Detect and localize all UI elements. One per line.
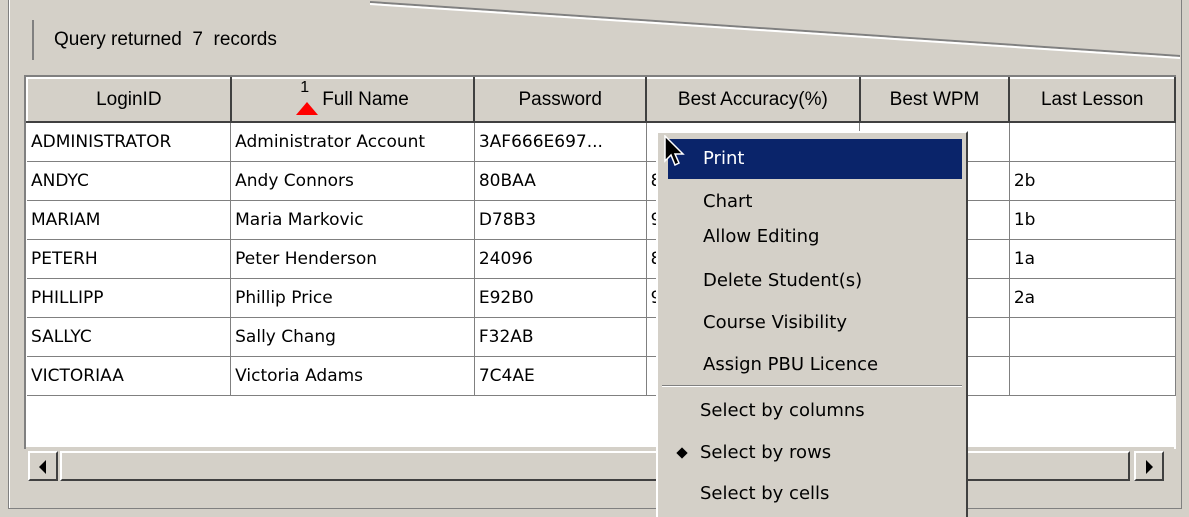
table-row[interactable]: ANDYC Andy Connors 80BAA 8 2b — [27, 161, 1176, 201]
menu-item-allow-editing[interactable]: Allow Editing — [658, 217, 966, 257]
status-suffix: records — [213, 29, 277, 50]
cell-loginid[interactable]: MARIAM — [27, 200, 232, 240]
menu-item-label: Select by rows — [700, 442, 832, 463]
column-header-best-wpm[interactable]: Best WPM — [858, 77, 1011, 123]
arrow-left-icon — [39, 460, 46, 474]
cell-loginid[interactable]: SALLYC — [27, 317, 232, 357]
scroll-right-button[interactable] — [1134, 451, 1164, 481]
record-count: 7 — [192, 29, 203, 50]
cell-password[interactable]: D78B3 — [474, 200, 647, 240]
cell-last-lesson[interactable]: 1b — [1009, 200, 1176, 240]
sort-ascending-icon — [296, 102, 319, 115]
cell-loginid[interactable]: ANDYC — [27, 161, 232, 201]
menu-item-label: Allow Editing — [703, 226, 820, 247]
cell-loginid[interactable]: ADMINISTRATOR — [27, 122, 232, 162]
cell-password[interactable]: 3AF666E697... — [474, 122, 647, 162]
menu-item-course-visibility[interactable]: Course Visibility — [658, 303, 966, 343]
cell-password[interactable]: E92B0 — [474, 278, 647, 318]
menu-item-delete-students[interactable]: Delete Student(s) — [658, 261, 966, 301]
scrollbar-thumb[interactable] — [60, 451, 1130, 481]
status-prefix: Query returned — [54, 29, 182, 50]
column-header-label: LoginID — [96, 89, 162, 110]
status-divider — [370, 1, 1180, 59]
column-header-label: Password — [518, 89, 602, 110]
column-header-label: Last Lesson — [1040, 89, 1144, 110]
menu-item-label: Assign PBU Licence — [703, 354, 879, 375]
horizontal-scrollbar[interactable] — [26, 447, 1174, 485]
menu-item-label: Delete Student(s) — [703, 270, 863, 291]
cell-full-name[interactable]: Sally Chang — [230, 317, 475, 357]
table-row[interactable]: PHILLIPP Phillip Price E92B0 9 2a — [27, 278, 1176, 318]
query-status: Query returned 7 records — [32, 20, 277, 60]
cell-full-name[interactable]: Administrator Account — [230, 122, 475, 162]
menu-item-chart[interactable]: Chart — [658, 182, 966, 222]
column-header-loginid[interactable]: LoginID — [26, 77, 232, 123]
column-header-label: Best Accuracy(%) — [677, 89, 828, 110]
results-table: LoginID 1 Full Name Password Best Accura… — [26, 77, 1176, 396]
cell-password[interactable]: 80BAA — [474, 161, 647, 201]
cell-last-lesson[interactable] — [1009, 122, 1176, 162]
cell-full-name[interactable]: Andy Connors — [230, 161, 475, 201]
column-header-label: Full Name — [322, 89, 409, 110]
table-row[interactable]: SALLYC Sally Chang F32AB — [27, 317, 1176, 357]
menu-item-label: Select by columns — [700, 400, 865, 421]
cell-last-lesson[interactable] — [1009, 317, 1176, 357]
menu-separator — [662, 385, 962, 387]
cell-password[interactable]: F32AB — [474, 317, 647, 357]
cell-loginid[interactable]: PETERH — [27, 239, 232, 279]
menu-item-label: Print — [703, 148, 745, 169]
column-header-best-accuracy[interactable]: Best Accuracy(%) — [645, 77, 861, 123]
table-row[interactable]: PETERH Peter Henderson 24096 8 1a — [27, 239, 1176, 279]
menu-item-print[interactable]: Print — [668, 139, 962, 179]
menu-item-select-by-cells[interactable]: Select by cells — [658, 474, 966, 514]
selected-radio-icon — [676, 447, 688, 459]
cell-password[interactable]: 24096 — [474, 239, 647, 279]
cell-last-lesson[interactable]: 2b — [1009, 161, 1176, 201]
menu-item-assign-pbu-licence[interactable]: Assign PBU Licence — [658, 345, 966, 385]
cell-full-name[interactable]: Phillip Price — [230, 278, 475, 318]
column-header-last-lesson[interactable]: Last Lesson — [1008, 77, 1176, 123]
menu-item-label: Course Visibility — [703, 312, 847, 333]
results-table-viewport: LoginID 1 Full Name Password Best Accura… — [24, 75, 1176, 449]
menu-item-select-by-columns[interactable]: Select by columns — [658, 391, 966, 431]
cell-full-name[interactable]: Peter Henderson — [230, 239, 475, 279]
status-bar: Query returned 7 records — [10, 0, 1180, 64]
column-header-password[interactable]: Password — [473, 77, 648, 123]
table-row[interactable]: MARIAM Maria Markovic D78B3 9 1b — [27, 200, 1176, 240]
table-header-row: LoginID 1 Full Name Password Best Accura… — [26, 77, 1176, 123]
menu-item-label: Select by cells — [700, 483, 830, 504]
menu-item-label: Chart — [703, 191, 753, 212]
table-row[interactable]: ADMINISTRATOR Administrator Account 3AF6… — [27, 122, 1176, 162]
sort-order-number: 1 — [300, 79, 310, 96]
cell-loginid[interactable]: PHILLIPP — [27, 278, 232, 318]
cell-loginid[interactable]: VICTORIAA — [27, 356, 232, 396]
context-menu: Print Chart Allow Editing Delete Student… — [656, 131, 968, 517]
cell-last-lesson[interactable]: 2a — [1009, 278, 1176, 318]
cell-password[interactable]: 7C4AE — [474, 356, 647, 396]
arrow-cursor-icon — [664, 135, 685, 167]
column-header-label: Best WPM — [889, 89, 980, 110]
cell-last-lesson[interactable] — [1009, 356, 1176, 396]
arrow-right-icon — [1146, 460, 1153, 474]
menu-item-select-by-rows[interactable]: Select by rows — [658, 433, 966, 473]
scroll-left-button[interactable] — [28, 451, 58, 481]
cell-full-name[interactable]: Victoria Adams — [230, 356, 475, 396]
cell-last-lesson[interactable]: 1a — [1009, 239, 1176, 279]
column-header-full-name[interactable]: 1 Full Name — [229, 77, 476, 123]
cell-full-name[interactable]: Maria Markovic — [230, 200, 475, 240]
table-row[interactable]: VICTORIAA Victoria Adams 7C4AE — [27, 356, 1176, 396]
